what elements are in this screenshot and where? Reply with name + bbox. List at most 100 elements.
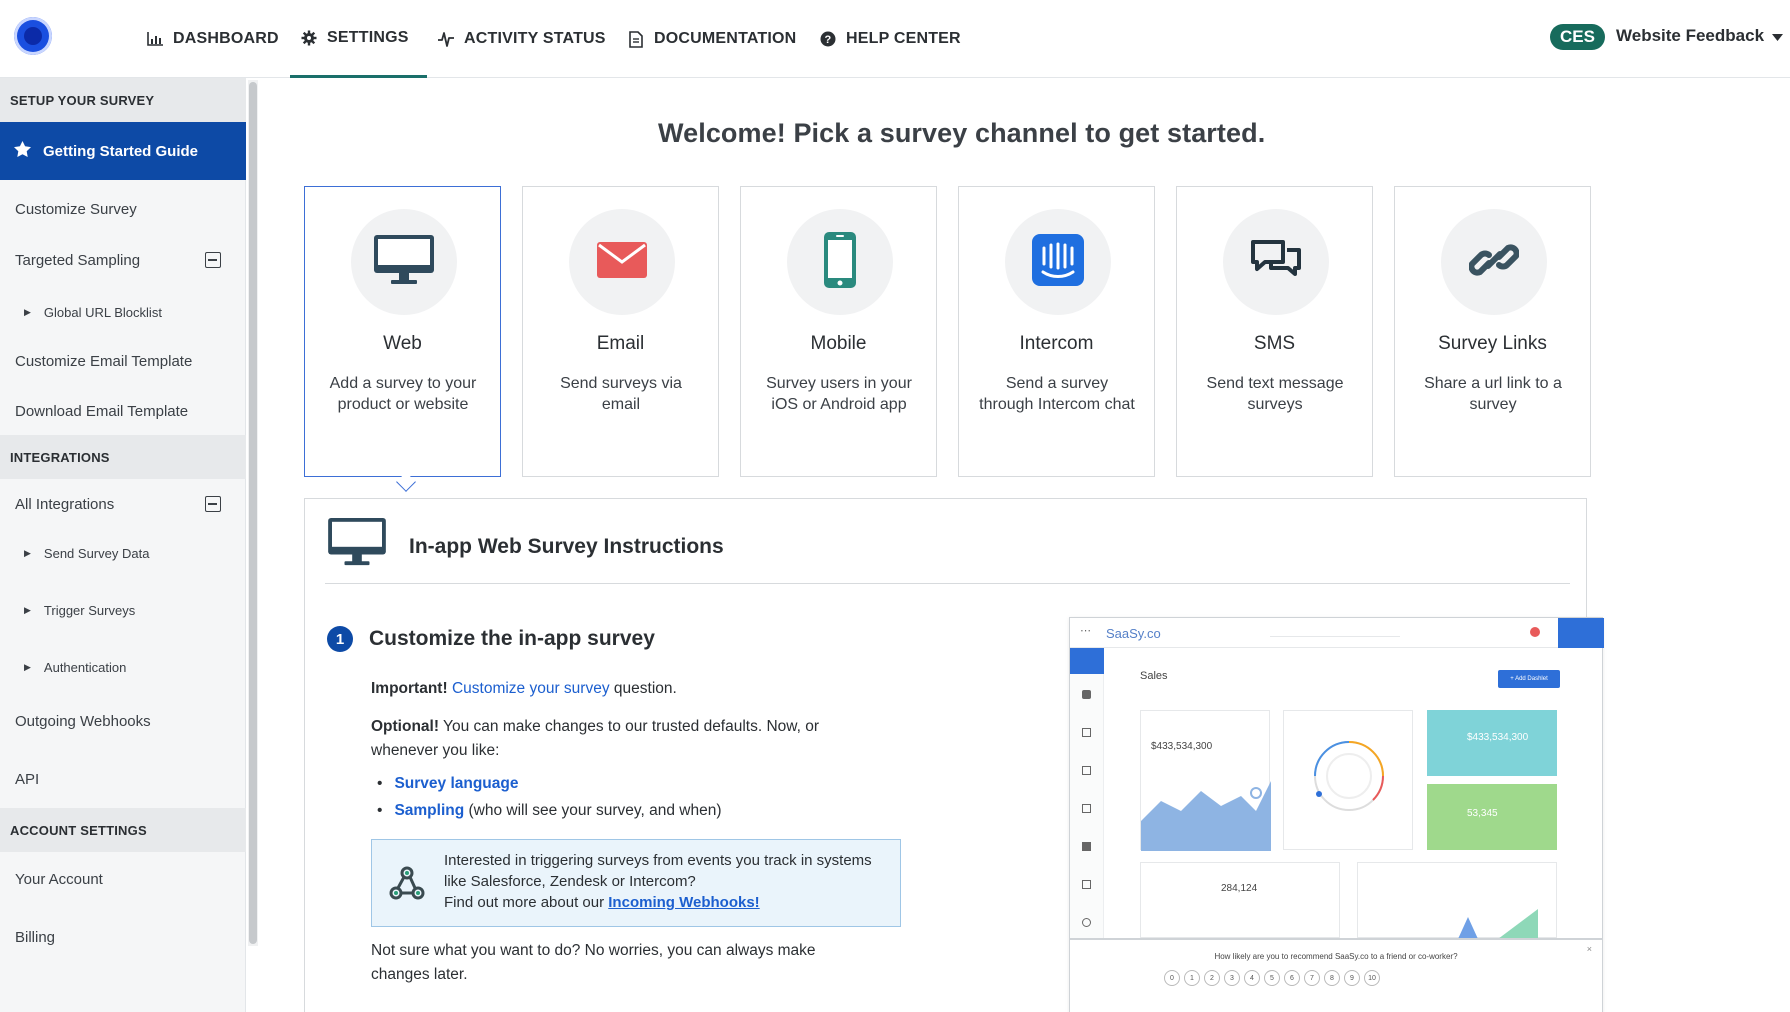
monitor-icon	[373, 234, 435, 291]
sidebar-item-label: All Integrations	[15, 495, 115, 513]
channel-title: Intercom	[1019, 333, 1094, 354]
optional-label: Optional!	[371, 718, 440, 735]
webhooks-callout: Interested in triggering surveys from ev…	[371, 839, 901, 927]
sidebar-item-label: Trigger Surveys	[43, 602, 136, 618]
sidebar-subitem-send-survey-data[interactable]: ▶ Send Survey Data	[0, 533, 246, 573]
preview-sidebar	[1070, 648, 1104, 948]
channel-card-web[interactable]: Web Add a survey to your product or webs…	[304, 186, 501, 492]
callout-find: Find out more about our	[444, 894, 609, 911]
sidebar-item-all-integrations[interactable]: All Integrations	[0, 482, 246, 526]
collapse-icon[interactable]	[205, 496, 221, 512]
sidebar-item-label: Targeted Sampling	[15, 251, 141, 269]
preview-gauge	[1314, 741, 1384, 811]
preview-brand: SaaSy.co	[1106, 626, 1161, 641]
sidebar-item-download-email-template[interactable]: Download Email Template	[0, 389, 246, 433]
workspace-name: Website Feedback	[1616, 26, 1765, 45]
sidebar-item-customize-email-template[interactable]: Customize Email Template	[0, 339, 246, 383]
preview-sidebar-icon	[1082, 918, 1091, 927]
preview-sidebar-active	[1070, 648, 1104, 674]
nps-option: 8	[1324, 970, 1340, 986]
important-label: Important!	[371, 680, 448, 697]
top-navigation: DASHBOARD SETTINGS ACTIVITY STATUS DOCUM…	[0, 0, 1790, 78]
channel-card-sms[interactable]: SMS Send text message surveys	[1176, 186, 1373, 477]
sidebar-item-targeted-sampling[interactable]: Targeted Sampling	[0, 238, 246, 282]
workspace-selector[interactable]: Website Feedback	[1616, 26, 1784, 46]
sidebar-item-api[interactable]: API	[0, 757, 246, 801]
sidebar-subitem-trigger-surveys[interactable]: ▶ Trigger Surveys	[0, 590, 246, 630]
channel-title: SMS	[1253, 333, 1296, 354]
bullet-rest: (who will see your survey, and when)	[464, 802, 722, 819]
preview-customers-card: 284,124	[1140, 862, 1340, 938]
panel-title: In-app Web Survey Instructions	[409, 535, 724, 558]
customize-survey-link[interactable]: Customize your survey	[452, 680, 610, 697]
nav-settings[interactable]: SETTINGS	[290, 0, 427, 78]
channel-description: Send surveys via email	[560, 375, 682, 413]
close-icon: ×	[1586, 944, 1592, 954]
sidebar-scrollbar[interactable]	[248, 80, 258, 946]
notification-icon	[1530, 627, 1540, 637]
preview-orders-value: 53,345	[1467, 808, 1498, 819]
sidebar-item-outgoing-webhooks[interactable]: Outgoing Webhooks	[0, 699, 246, 743]
divider	[325, 583, 1570, 584]
nps-option: 2	[1204, 970, 1220, 986]
channel-icon-circle	[351, 209, 457, 315]
sidebar-subitem-global-url-blocklist[interactable]: ▶ Global URL Blocklist	[0, 292, 246, 332]
nav-help-center[interactable]: ? HELP CENTER	[819, 0, 961, 78]
caret-right-icon: ▶	[24, 547, 31, 558]
nps-option: 3	[1224, 970, 1240, 986]
preview-gauge-card	[1283, 710, 1413, 850]
nav-documentation[interactable]: DOCUMENTATION	[627, 0, 796, 78]
sidebar-item-customize-survey[interactable]: Customize Survey	[0, 187, 246, 231]
scrollbar-thumb[interactable]	[249, 82, 257, 944]
sidebar-item-your-account[interactable]: Your Account	[0, 857, 246, 901]
sampling-link[interactable]: Sampling	[394, 802, 464, 819]
preview-sidebar-icon	[1082, 842, 1091, 851]
sidebar-subitem-authentication[interactable]: ▶ Authentication	[0, 647, 246, 687]
channel-card-survey-links[interactable]: Survey Links Share a url link to a surve…	[1394, 186, 1591, 477]
callout-description: Interested in triggering surveys from ev…	[444, 852, 872, 890]
channel-description: Add a survey to your product or website	[329, 375, 477, 413]
bar-chart-icon	[146, 30, 164, 48]
incoming-webhooks-link[interactable]: Incoming Webhooks!	[608, 894, 759, 911]
sidebar-item-label: Outgoing Webhooks	[15, 712, 151, 730]
channel-title: Survey Links	[1438, 333, 1547, 354]
caret-down-icon	[1772, 26, 1784, 46]
survey-language-link[interactable]: Survey language	[394, 775, 518, 792]
preview-mini-chart	[1458, 909, 1538, 939]
preview-sidebar-icon	[1082, 880, 1091, 889]
svg-text:?: ?	[825, 34, 832, 46]
sidebar-item-label: API	[15, 770, 40, 788]
section-header-setup: SETUP YOUR SURVEY	[0, 78, 246, 122]
channel-card-email[interactable]: Email Send surveys via email	[522, 186, 719, 477]
nav-help-center-label: HELP CENTER	[846, 30, 961, 47]
channel-title: Email	[596, 333, 645, 354]
nav-activity-status[interactable]: ACTIVITY STATUS	[437, 0, 606, 78]
sidebar-item-label: Download Email Template	[15, 402, 189, 420]
channel-card-mobile[interactable]: Mobile Survey users in your iOS or Andro…	[740, 186, 937, 477]
caret-right-icon: ▶	[24, 661, 31, 672]
nps-option: 4	[1244, 970, 1260, 986]
preview-revenue-value: $433,534,300	[1151, 741, 1213, 752]
sidebar-item-label: Send Survey Data	[43, 545, 150, 561]
preview-sidebar-icon	[1082, 766, 1091, 775]
caret-right-icon: ▶	[24, 306, 31, 317]
important-rest: question.	[609, 680, 677, 697]
channel-card-intercom[interactable]: Intercom Send a survey through Intercom …	[958, 186, 1155, 477]
nav-activity-status-label: ACTIVITY STATUS	[464, 30, 606, 47]
optional-description: You can make changes to our trusted defa…	[371, 718, 820, 759]
preview-add-button: + Add Dashlet	[1498, 670, 1560, 688]
nav-dashboard[interactable]: DASHBOARD	[146, 0, 279, 78]
survey-type-badge: CES	[1550, 24, 1605, 50]
app-logo[interactable]	[14, 17, 52, 55]
caret-right-icon: ▶	[24, 604, 31, 615]
gear-icon	[300, 29, 318, 47]
bullet-dot: •	[377, 802, 383, 819]
channel-icon-circle	[1005, 209, 1111, 315]
collapse-icon[interactable]	[205, 252, 221, 268]
channel-description: Share a url link to a survey	[1424, 375, 1562, 413]
channel-description: Send a survey through Intercom chat	[979, 375, 1135, 413]
sidebar-item-getting-started[interactable]: Getting Started Guide	[0, 122, 246, 180]
settings-sidebar: SETUP YOUR SURVEY Getting Started Guide …	[0, 78, 246, 1012]
preview-customers-value: 284,124	[1221, 883, 1258, 894]
sidebar-item-billing[interactable]: Billing	[0, 915, 246, 959]
